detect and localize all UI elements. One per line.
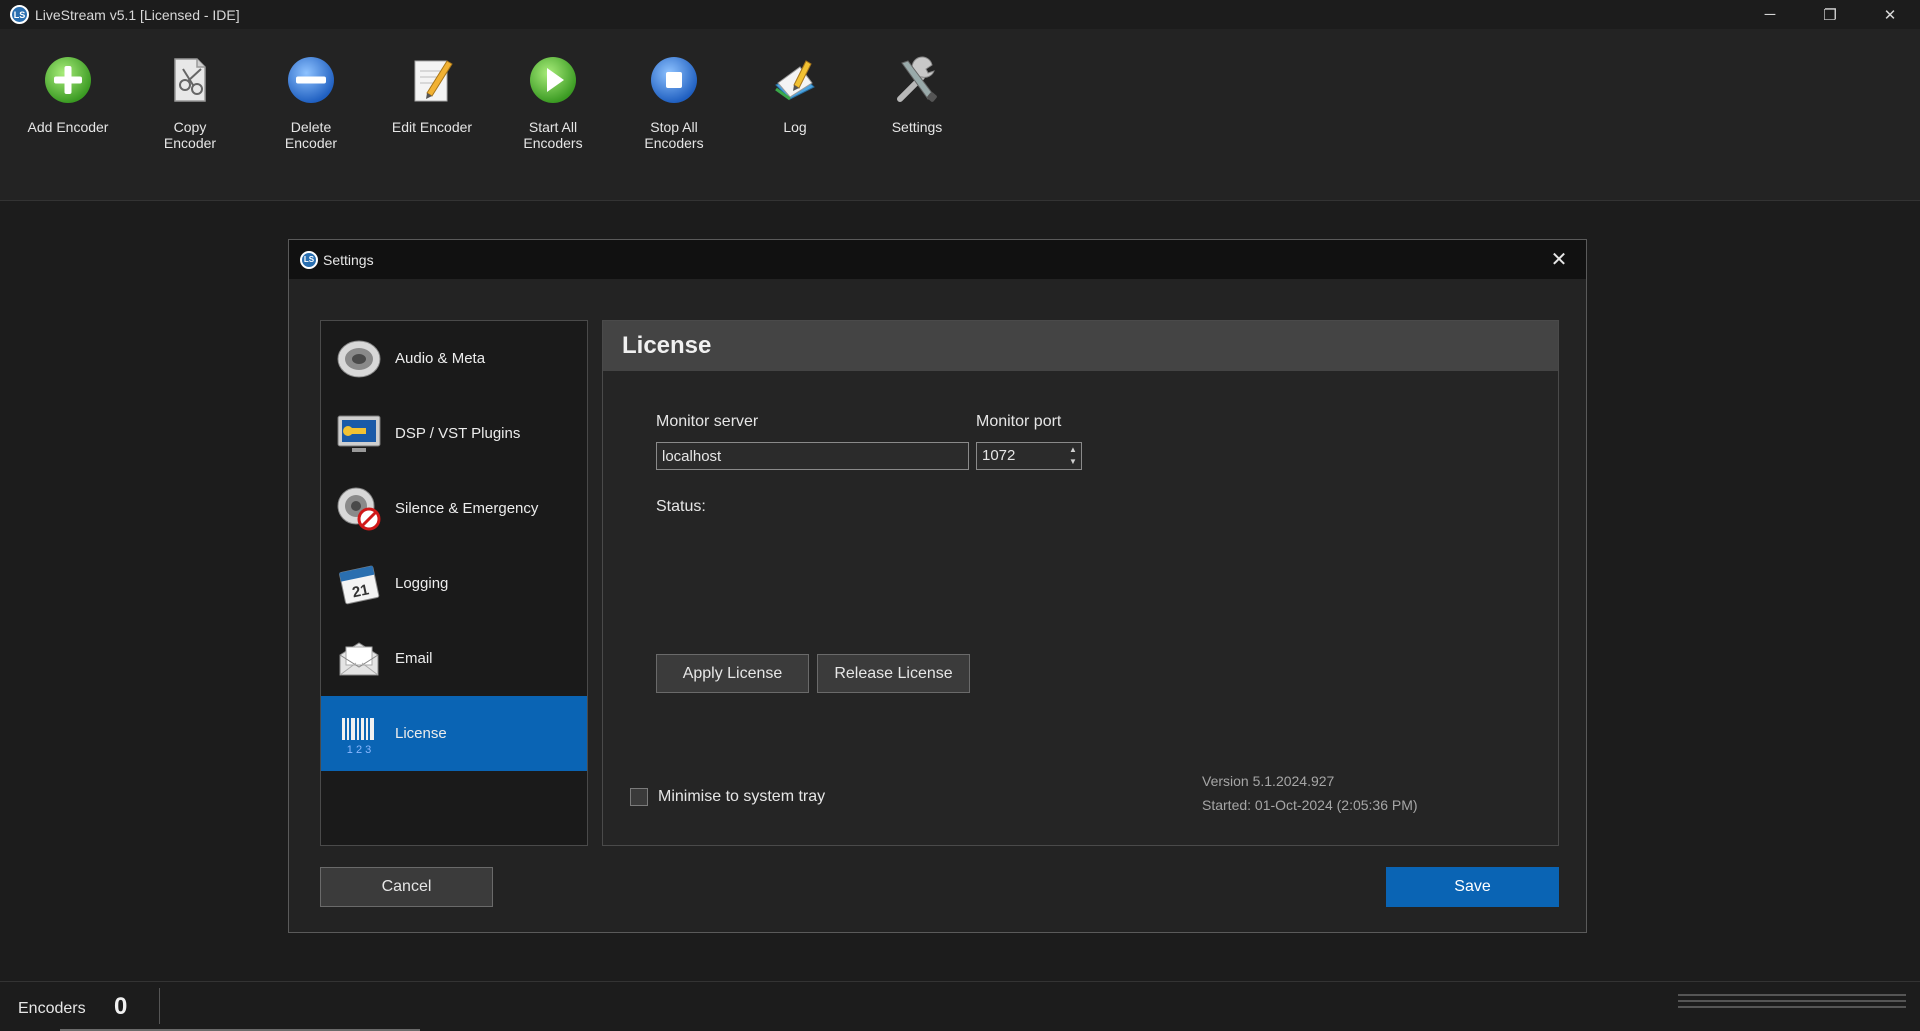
log-label: Log [783, 119, 807, 135]
settings-label: Settings [891, 119, 943, 135]
start-all-encoders-label: Start All Encoders [523, 119, 583, 151]
release-license-button[interactable]: Release License [817, 654, 970, 693]
monitor-port-label: Monitor port [976, 413, 1062, 430]
nav-item-email[interactable]: Email [321, 621, 587, 696]
nav-label-silence-emergency: Silence & Emergency [395, 500, 539, 517]
started-text: Started: 01-Oct-2024 (2:05:36 PM) [1202, 797, 1418, 813]
play-icon [526, 53, 580, 107]
stepper-up-icon[interactable]: ▲ [1069, 445, 1077, 455]
minimise-tray-checkbox[interactable] [630, 788, 648, 806]
edit-encoder-label: Edit Encoder [391, 119, 473, 135]
nav-label-logging: Logging [395, 575, 449, 592]
restore-button[interactable]: ❐ [1800, 0, 1860, 29]
status-bar: Encoders 0 [0, 981, 1920, 1031]
stop-all-encoders-label: Stop All Encoders [644, 119, 704, 151]
silence-icon [335, 485, 383, 533]
stop-icon [647, 53, 701, 107]
edit-icon [405, 53, 459, 107]
dialog-title-bar: LS Settings ✕ [289, 240, 1586, 279]
dialog-close-button[interactable]: ✕ [1548, 248, 1570, 271]
email-icon [335, 635, 383, 683]
monitor-server-input[interactable] [656, 442, 969, 470]
nav-label-email: Email [395, 650, 433, 667]
edit-encoder-button[interactable]: Edit Encoder [371, 53, 493, 135]
stepper-down-icon[interactable]: ▼ [1069, 457, 1077, 467]
nav-item-silence-emergency[interactable]: Silence & Emergency [321, 471, 587, 546]
main-toolbar: Add Encoder Copy Encoder Delete Encoder … [0, 29, 1920, 201]
window-controls: ─ ❐ ✕ [1740, 0, 1920, 29]
license-panel: License Monitor server Monitor port 1072… [602, 320, 1559, 846]
stop-all-encoders-button[interactable]: Stop All Encoders [613, 53, 735, 151]
save-button[interactable]: Save [1386, 867, 1559, 907]
svg-text:1 2 3: 1 2 3 [347, 744, 371, 756]
settings-button[interactable]: Settings [856, 53, 978, 135]
status-label: Status: [656, 498, 706, 515]
log-icon [768, 53, 822, 107]
minimise-tray-label[interactable]: Minimise to system tray [658, 788, 825, 806]
plugin-icon [335, 410, 383, 458]
dialog-title: Settings [323, 251, 374, 268]
cancel-button[interactable]: Cancel [320, 867, 493, 907]
delete-icon [284, 53, 338, 107]
add-icon [41, 53, 95, 107]
speaker-icon [335, 335, 383, 383]
title-bar: LS LiveStream v5.1 [Licensed - IDE] ─ ❐ … [0, 0, 1920, 29]
settings-icon [890, 53, 944, 107]
copy-encoder-label: Copy Encoder [163, 119, 217, 151]
monitor-port-stepper[interactable]: 1072 ▲ ▼ [976, 442, 1082, 470]
close-window-button[interactable]: ✕ [1860, 0, 1920, 29]
barcode-icon: 1 2 3 [335, 710, 383, 758]
delete-encoder-button[interactable]: Delete Encoder [250, 53, 372, 151]
minimize-button[interactable]: ─ [1740, 0, 1800, 29]
start-all-encoders-button[interactable]: Start All Encoders [492, 53, 614, 151]
apply-license-button[interactable]: Apply License [656, 654, 809, 693]
status-divider [159, 988, 160, 1024]
encoders-count: 0 [114, 993, 128, 1020]
monitor-port-value: 1072 [982, 447, 1016, 464]
dialog-logo-icon: LS [300, 250, 318, 269]
log-button[interactable]: Log [734, 53, 856, 135]
nav-label-license: License [395, 725, 447, 742]
monitor-server-label: Monitor server [656, 413, 759, 430]
nav-label-dsp-vst: DSP / VST Plugins [395, 425, 521, 442]
settings-nav: Audio & Meta DSP / VST Plugins Silence &… [320, 320, 588, 846]
add-encoder-label: Add Encoder [27, 119, 109, 135]
calendar-icon: 21 [335, 560, 383, 608]
settings-dialog: LS Settings ✕ Audio & Meta DSP / VST Plu… [288, 239, 1587, 933]
nav-item-license[interactable]: 1 2 3 License [321, 696, 587, 771]
nav-item-dsp-vst[interactable]: DSP / VST Plugins [321, 396, 587, 471]
nav-item-logging[interactable]: 21 Logging [321, 546, 587, 621]
app-logo-icon: LS [10, 5, 29, 24]
nav-item-audio-meta[interactable]: Audio & Meta [321, 321, 587, 396]
level-meter [1678, 994, 1906, 1016]
delete-encoder-label: Delete Encoder [284, 119, 338, 151]
copy-encoder-button[interactable]: Copy Encoder [129, 53, 251, 151]
copy-icon [163, 53, 217, 107]
svg-text:21: 21 [351, 581, 371, 601]
panel-title: License [603, 321, 1558, 371]
nav-label-audio-meta: Audio & Meta [395, 350, 486, 367]
encoders-label: Encoders [18, 1000, 86, 1017]
version-text: Version 5.1.2024.927 [1202, 773, 1335, 789]
add-encoder-button[interactable]: Add Encoder [7, 53, 129, 135]
stepper-arrows: ▲ ▼ [1067, 445, 1079, 467]
window-title: LiveStream v5.1 [Licensed - IDE] [35, 6, 240, 23]
